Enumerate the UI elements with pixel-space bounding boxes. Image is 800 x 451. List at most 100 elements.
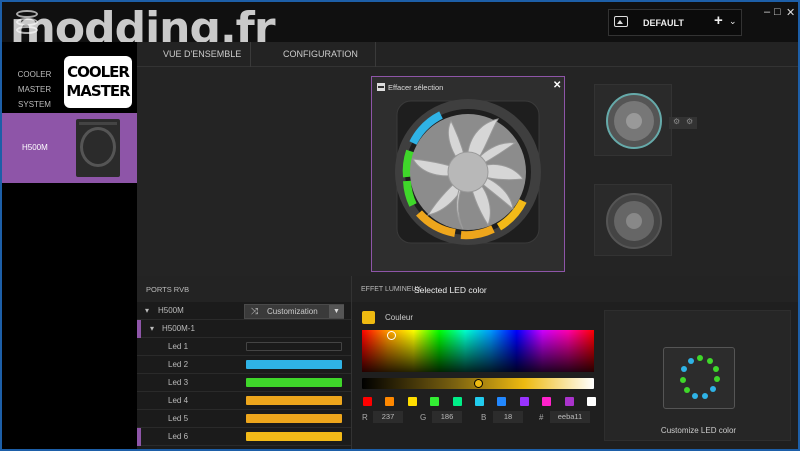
fan-selection-popup: Effacer sélection ✕ — [371, 76, 565, 272]
device-label: H500M — [22, 143, 48, 152]
fan-settings-control[interactable]: ⚙ ⚙ — [669, 117, 697, 129]
brightness-handle[interactable] — [474, 379, 483, 388]
preset-color-swatch[interactable] — [385, 397, 395, 406]
preset-color-swatch[interactable] — [587, 397, 596, 406]
r-label: R — [362, 413, 368, 422]
led-row[interactable]: Led 2 — [137, 356, 351, 374]
maximize-button[interactable]: □ — [774, 6, 781, 18]
device-name: H500M — [158, 306, 184, 315]
led-color-bar[interactable] — [246, 432, 342, 441]
tab-bar: VUE D'ENSEMBLE CONFIGURATION — [137, 42, 798, 67]
b-label: B — [481, 413, 487, 422]
preset-color-swatch[interactable] — [564, 397, 574, 406]
led-ring-icon[interactable] — [663, 347, 735, 409]
mode-value: Customization — [267, 307, 318, 316]
cooler-master-logo: COOLER MASTER — [64, 56, 132, 108]
sidebar-item-h500m[interactable]: H500M — [2, 113, 137, 183]
logo-line-1: COOLER — [67, 63, 130, 81]
r-input[interactable]: 237 — [373, 411, 403, 423]
selection-marker — [137, 428, 141, 446]
selection-marker — [137, 320, 141, 338]
mode-select[interactable]: ⤨ Customization ▼ — [244, 304, 344, 319]
hex-label: # — [539, 413, 544, 422]
profile-name: DEFAULT — [643, 18, 684, 28]
side-fan-1[interactable] — [594, 84, 672, 156]
add-profile-button[interactable]: + — [714, 12, 723, 29]
preset-color-swatch[interactable] — [430, 397, 440, 406]
group-row[interactable]: ▾ H500M-1 — [137, 320, 351, 338]
sidebar-item-system[interactable]: COOLER MASTER SYSTEM COOLER MASTER — [2, 52, 137, 112]
lighting-effect-panel: EFFET LUMINEUX Selected LED color Couleu… — [351, 276, 798, 449]
led-label: Led 5 — [168, 414, 189, 423]
preset-color-swatch[interactable] — [452, 397, 462, 406]
current-color-swatch — [362, 311, 375, 324]
effect-section-label: EFFET LUMINEUX — [361, 286, 422, 293]
chevron-down-icon[interactable]: ▼ — [329, 305, 344, 318]
logo-line-2: MASTER — [66, 82, 130, 100]
case-image — [76, 119, 120, 177]
led-label: Led 3 — [168, 378, 189, 387]
led-label: Led 4 — [168, 396, 189, 405]
ports-title: PORTS RVB — [146, 285, 190, 294]
fan-icon — [606, 193, 662, 249]
popup-close-icon[interactable]: ✕ — [553, 80, 561, 91]
system-label: COOLER MASTER SYSTEM — [17, 70, 52, 109]
gear-icon: ⚙ — [686, 117, 694, 126]
led-label: Led 2 — [168, 360, 189, 369]
color-label: Couleur — [385, 313, 414, 322]
group-name: H500M-1 — [162, 324, 195, 333]
led-color-bar[interactable] — [246, 342, 342, 351]
device-preview: Effacer sélection ✕ ⚙ ⚙ — [137, 67, 798, 276]
preset-color-swatch[interactable] — [407, 397, 417, 406]
customize-led-label: Customize LED color — [660, 426, 737, 435]
deselect-checkbox[interactable] — [377, 83, 385, 91]
led-row[interactable]: Led 4 — [137, 392, 351, 410]
side-fan-2[interactable] — [594, 184, 672, 256]
led-color-bar[interactable] — [246, 378, 342, 387]
led-label: Led 6 — [168, 432, 189, 441]
chevron-down-icon[interactable]: ⌄ — [729, 16, 737, 27]
led-row[interactable]: Led 5 — [137, 410, 351, 428]
gear-icon: ⚙ — [673, 117, 681, 126]
led-color-bar[interactable] — [246, 360, 342, 369]
g-input[interactable]: 186 — [432, 411, 462, 423]
led-preview-box: Customize LED color — [604, 310, 791, 441]
led-row[interactable]: Led 1 — [137, 338, 351, 356]
tab-overview[interactable]: VUE D'ENSEMBLE — [163, 49, 241, 59]
title-bar: modding.fr DEFAULT + ⌄ – □ ✕ — [2, 2, 798, 54]
clear-selection-label[interactable]: Effacer sélection — [388, 83, 443, 92]
effect-header: EFFET LUMINEUX Selected LED color — [352, 276, 798, 302]
tab-configuration[interactable]: CONFIGURATION — [283, 49, 358, 59]
effect-selected-label: Selected LED color — [414, 285, 487, 295]
profile-selector[interactable]: DEFAULT + ⌄ — [608, 9, 742, 36]
preset-color-swatch[interactable] — [497, 397, 507, 406]
expand-icon[interactable]: ▾ — [150, 324, 154, 333]
led-color-bar[interactable] — [246, 396, 342, 405]
ports-header: PORTS RVB — [137, 276, 351, 302]
app-window: modding.fr DEFAULT + ⌄ – □ ✕ COOLER MAST… — [0, 0, 800, 451]
hex-input[interactable]: eeba11 — [550, 411, 590, 423]
minimize-button[interactable]: – — [764, 6, 770, 18]
fan-led-ring[interactable] — [393, 97, 543, 247]
b-input[interactable]: 18 — [493, 411, 523, 423]
image-icon — [614, 16, 628, 27]
preset-color-swatch[interactable] — [475, 397, 484, 406]
device-row[interactable]: ▾ H500M ⤨ Customization ▼ — [137, 302, 351, 320]
led-row[interactable]: Led 6 — [137, 428, 351, 446]
led-dots-icon — [680, 355, 720, 399]
expand-icon[interactable]: ▾ — [145, 306, 149, 315]
spectrum-handle[interactable] — [387, 331, 396, 340]
preset-color-swatch[interactable] — [363, 397, 372, 406]
preset-color-swatch[interactable] — [542, 397, 552, 406]
led-row[interactable]: Led 7 — [137, 446, 351, 449]
led-row[interactable]: Led 3 — [137, 374, 351, 392]
fan-icon — [606, 93, 662, 149]
close-button[interactable]: ✕ — [786, 6, 795, 19]
preset-color-swatch[interactable] — [519, 397, 529, 406]
color-spectrum-picker[interactable] — [362, 330, 594, 372]
shuffle-icon: ⤨ — [251, 306, 259, 316]
sidebar: COOLER MASTER SYSTEM COOLER MASTER H500M — [2, 42, 137, 449]
rgb-ports-panel: PORTS RVB ▾ H500M ⤨ Customization ▼ ▾ H5… — [137, 276, 351, 449]
led-label: Led 1 — [168, 342, 189, 351]
led-color-bar[interactable] — [246, 414, 342, 423]
